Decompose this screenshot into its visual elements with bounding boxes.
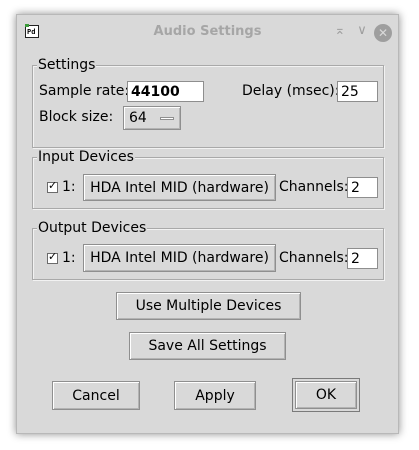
block-size-value: 64 [129,110,147,126]
output-channels-field[interactable] [347,248,378,269]
block-size-label: Block size: [39,109,114,125]
input-channels-label: Channels: [279,179,349,195]
delay-label: Delay (msec): [242,83,340,99]
delay-field[interactable] [337,81,378,102]
option-menu-indicator-icon [160,117,174,120]
sample-rate-label: Sample rate: [39,83,130,99]
ok-button[interactable]: OK [292,378,360,412]
apply-button[interactable]: Apply [174,381,256,410]
output-channels-label: Channels: [279,250,349,266]
output-devices-group-label: Output Devices [37,220,148,236]
settings-group-label: Settings [37,57,97,73]
save-all-settings-button[interactable]: Save All Settings [129,332,286,360]
cancel-button[interactable]: Cancel [52,381,140,410]
title-bar[interactable]: Pd Audio Settings ⌅ ∨ ✕ [17,15,398,51]
audio-settings-dialog: Pd Audio Settings ⌅ ∨ ✕ Settings Sample … [16,14,399,434]
desktop-background: Pd Audio Settings ⌅ ∨ ✕ Settings Sample … [0,0,419,450]
output-device-select-button[interactable]: HDA Intel MID (hardware) [83,244,276,272]
shade-icon[interactable]: ⌅ [331,22,349,40]
output-device-1-index: 1: [62,250,76,266]
sample-rate-field[interactable] [127,81,204,102]
input-device-1-checkbox[interactable] [47,179,58,193]
settings-group [32,65,384,148]
use-multiple-devices-button[interactable]: Use Multiple Devices [116,292,301,320]
output-device-1-checkbox[interactable] [47,250,58,264]
block-size-menu[interactable]: 64 [123,106,181,130]
minimize-icon[interactable]: ∨ [353,22,371,40]
input-device-select-button[interactable]: HDA Intel MID (hardware) [83,174,276,201]
input-devices-group-label: Input Devices [37,149,135,165]
input-channels-field[interactable] [347,177,378,198]
input-device-1-index: 1: [62,179,76,195]
close-icon[interactable]: ✕ [374,24,392,42]
